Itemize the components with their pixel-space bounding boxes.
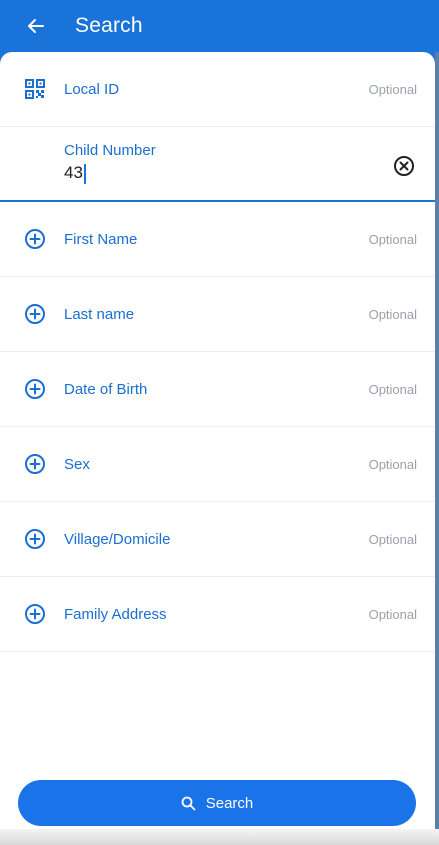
plus-circle-icon xyxy=(24,603,46,625)
search-button[interactable]: Search xyxy=(18,780,416,826)
field-hint: Optional xyxy=(368,381,417,397)
field-hint: Optional xyxy=(368,81,417,97)
system-nav-bar xyxy=(0,829,439,845)
field-hint: Optional xyxy=(368,231,417,247)
screen-edge xyxy=(435,52,439,845)
field-label: Local ID xyxy=(64,80,120,98)
field-hint: Optional xyxy=(368,531,417,547)
search-screen: Search Local ID Optional Child Number 43… xyxy=(0,0,439,845)
child-number-input[interactable]: 43 xyxy=(64,163,364,184)
field-label: First Name xyxy=(64,230,138,248)
clear-icon[interactable] xyxy=(393,155,415,177)
field-village-domicile[interactable]: Village/Domicile Optional xyxy=(0,502,435,577)
plus-circle-icon xyxy=(24,303,46,325)
field-date-of-birth[interactable]: Date of Birth Optional xyxy=(0,352,435,427)
field-last-name[interactable]: Last name Optional xyxy=(0,277,435,352)
field-first-name[interactable]: First Name Optional xyxy=(0,202,435,277)
qr-code-icon xyxy=(24,78,46,100)
field-label: Sex xyxy=(64,455,90,473)
field-label: Last name xyxy=(64,305,135,323)
field-hint: Optional xyxy=(368,456,417,472)
field-sex[interactable]: Sex Optional xyxy=(0,427,435,502)
search-button-label: Search xyxy=(205,794,254,812)
field-family-address[interactable]: Family Address Optional xyxy=(0,577,435,652)
field-hint: Optional xyxy=(368,306,417,322)
plus-circle-icon xyxy=(24,528,46,550)
field-label: Child Number xyxy=(64,142,156,159)
field-local-id[interactable]: Local ID Optional xyxy=(0,52,435,127)
text-caret xyxy=(83,163,86,184)
search-icon xyxy=(181,796,196,811)
field-child-number[interactable]: Child Number 43 xyxy=(0,127,435,202)
back-arrow-icon[interactable] xyxy=(22,12,50,40)
plus-circle-icon xyxy=(24,453,46,475)
app-bar: Search xyxy=(0,0,439,52)
plus-circle-icon xyxy=(24,378,46,400)
plus-circle-icon xyxy=(24,228,46,250)
field-hint: Optional xyxy=(368,606,417,622)
search-form: Local ID Optional Child Number 43 First … xyxy=(0,52,435,845)
field-label: Village/Domicile xyxy=(64,530,171,548)
field-label: Date of Birth xyxy=(64,380,148,398)
field-label: Family Address xyxy=(64,605,167,623)
page-title: Search xyxy=(75,14,143,37)
